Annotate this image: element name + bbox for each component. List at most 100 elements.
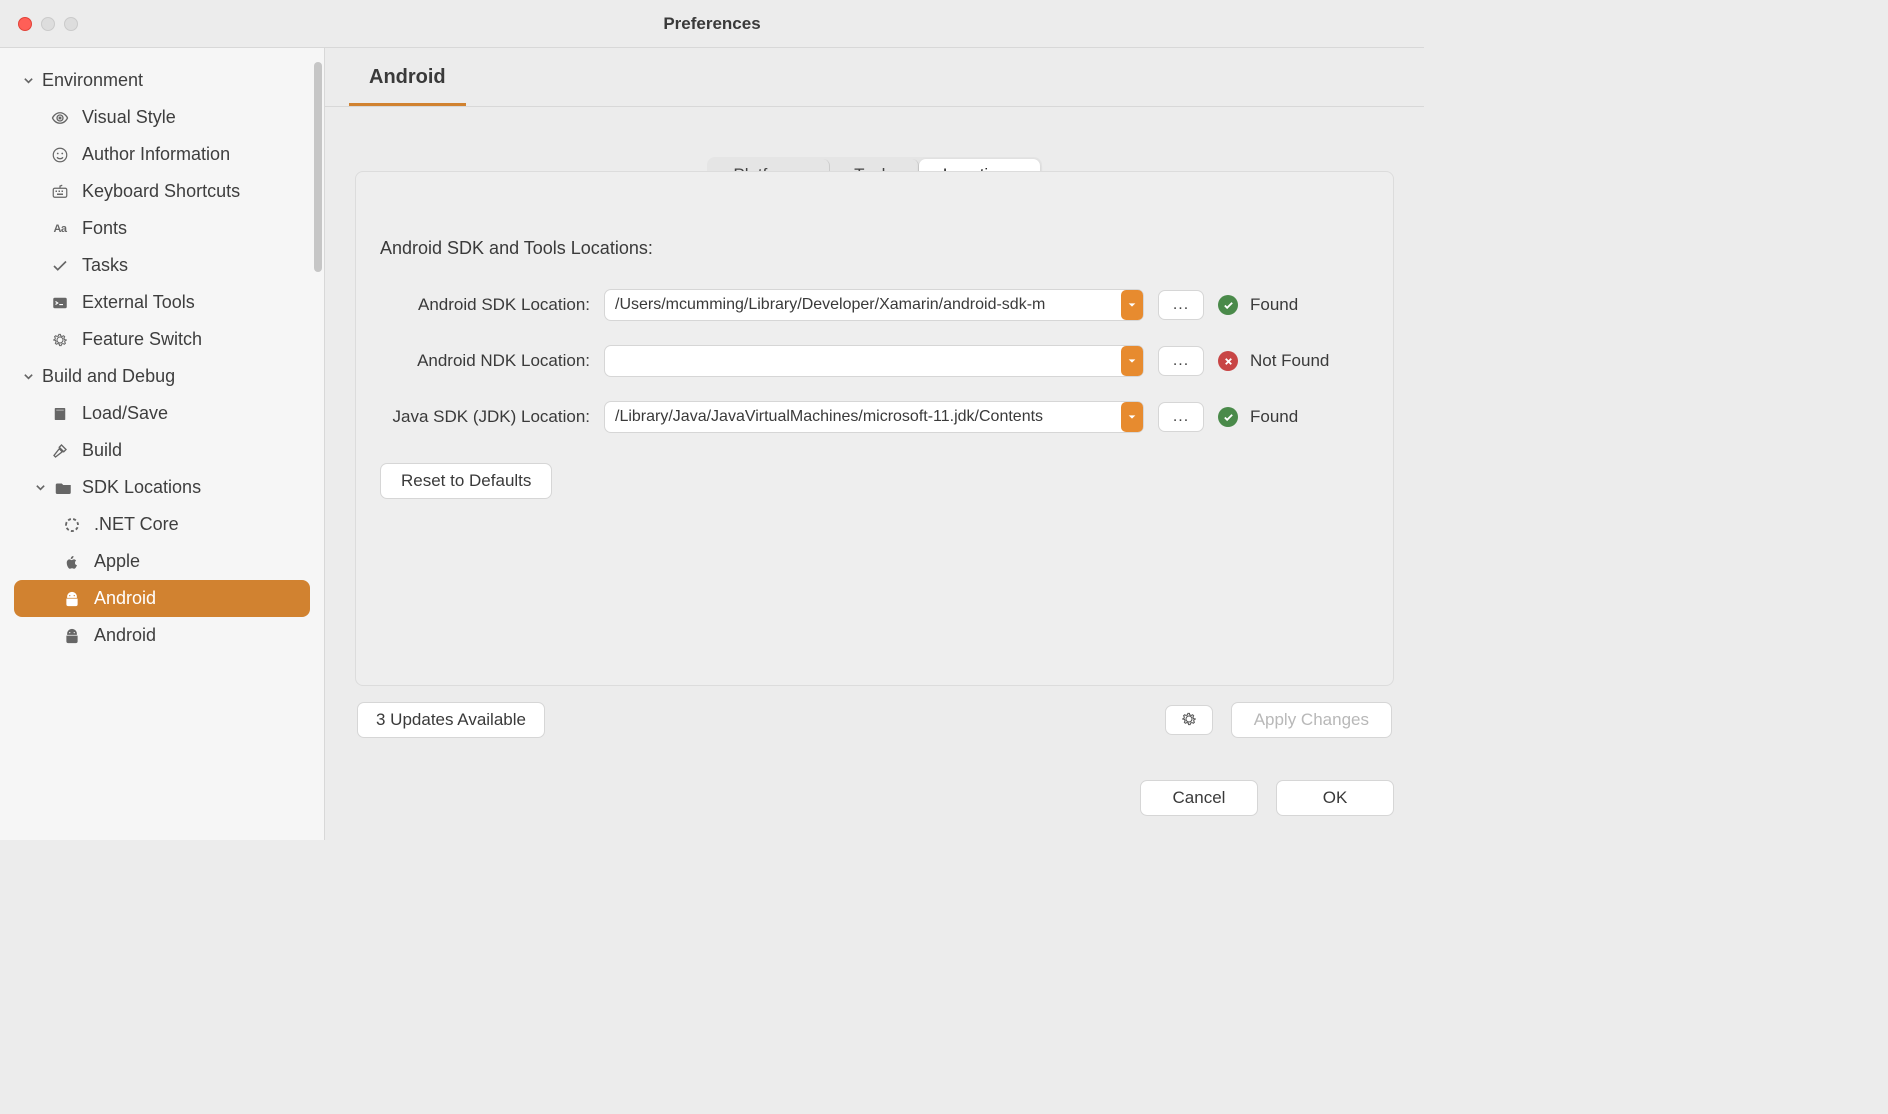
updates-available-button[interactable]: 3 Updates Available [357,702,545,738]
sidebar-item-keyboard-shortcuts[interactable]: Keyboard Shortcuts [0,173,324,210]
row-label: Android SDK Location: [380,295,590,315]
android-ndk-input[interactable] [604,345,1144,377]
sidebar-item-label: Load/Save [82,403,168,424]
sidebar-item-external-tools[interactable]: External Tools [0,284,324,321]
cancel-button[interactable]: Cancel [1140,780,1258,816]
android-sdk-input[interactable] [604,289,1144,321]
status-text: Found [1250,295,1298,315]
combo-java-sdk [604,401,1144,433]
panel-title: Android SDK and Tools Locations: [380,238,1369,259]
sidebar-item-apple[interactable]: Apple [0,543,324,580]
sidebar-item-label: Android [94,588,156,609]
android-icon [62,589,82,609]
button-label: Reset to Defaults [401,471,531,490]
button-label: Cancel [1173,788,1226,807]
keyboard-icon [50,182,70,202]
ok-button[interactable]: OK [1276,780,1394,816]
book-icon [50,404,70,424]
apply-changes-button[interactable]: Apply Changes [1231,702,1392,738]
status-text: Not Found [1250,351,1329,371]
sidebar-item-label: Apple [94,551,140,572]
locations-panel: Android SDK and Tools Locations: Android… [355,171,1394,686]
browse-label: ... [1173,296,1189,314]
sidebar-item-label: Android [94,625,156,646]
x-circle-icon [1218,351,1238,371]
sidebar-item-label: Feature Switch [82,329,202,350]
sidebar-scrollbar[interactable] [314,62,322,272]
dropdown-button[interactable] [1121,290,1143,320]
sidebar-subgroup-label: SDK Locations [82,477,201,498]
sidebar-item-label: External Tools [82,292,195,313]
sidebar-item-build[interactable]: Build [0,432,324,469]
tab-android[interactable]: Android [349,48,466,106]
sidebar-item-tasks[interactable]: Tasks [0,247,324,284]
settings-gear-button[interactable] [1165,705,1213,735]
sidebar-item-label: Keyboard Shortcuts [82,181,240,202]
sidebar-item-label: Build [82,440,122,461]
smile-icon [50,145,70,165]
row-android-ndk: Android NDK Location: ... [380,345,1369,377]
content-tabs: Android [325,48,1424,107]
sidebar-item-android[interactable]: Android [0,617,324,654]
minimize-window-button[interactable] [41,17,55,31]
dropdown-button[interactable] [1121,346,1143,376]
browse-button[interactable]: ... [1158,402,1204,432]
chevron-down-icon [22,75,34,87]
status-not-found: Not Found [1218,351,1329,371]
fonts-icon: Aa [50,219,70,239]
sidebar-item-dotnet-core[interactable]: .NET Core [0,506,324,543]
sidebar-subgroup-sdk-locations[interactable]: SDK Locations [0,469,324,506]
sidebar-item-visual-style[interactable]: Visual Style [0,99,324,136]
gear-icon [50,330,70,350]
content-area: Android Platforms Tools Locations Androi… [325,48,1424,840]
sidebar-item-label: Visual Style [82,107,176,128]
sidebar-item-label: .NET Core [94,514,179,535]
chevron-down-icon [34,482,46,494]
row-java-sdk: Java SDK (JDK) Location: ... [380,401,1369,433]
sidebar-group-label: Build and Debug [42,366,175,387]
sidebar-item-fonts[interactable]: Aa Fonts [0,210,324,247]
titlebar: Preferences [0,0,1424,48]
sidebar-group-environment[interactable]: Environment [0,62,324,99]
terminal-icon [50,293,70,313]
dotnet-icon [62,515,82,535]
maximize-window-button[interactable] [64,17,78,31]
check-icon [50,256,70,276]
browse-label: ... [1173,408,1189,426]
row-label: Java SDK (JDK) Location: [380,407,590,427]
status-found: Found [1218,407,1298,427]
hammer-icon [50,441,70,461]
chevron-down-icon [22,371,34,383]
sidebar-item-feature-switch[interactable]: Feature Switch [0,321,324,358]
sidebar-group-label: Environment [42,70,143,91]
check-circle-icon [1218,295,1238,315]
sidebar-item-label: Author Information [82,144,230,165]
java-sdk-input[interactable] [604,401,1144,433]
dropdown-button[interactable] [1121,402,1143,432]
row-label: Android NDK Location: [380,351,590,371]
status-text: Found [1250,407,1298,427]
sidebar-item-label: Tasks [82,255,128,276]
button-label: 3 Updates Available [376,710,526,729]
reset-to-defaults-button[interactable]: Reset to Defaults [380,463,552,499]
android-icon [62,626,82,646]
sidebar-item-author-information[interactable]: Author Information [0,136,324,173]
browse-button[interactable]: ... [1158,290,1204,320]
button-label: Apply Changes [1254,710,1369,729]
check-circle-icon [1218,407,1238,427]
preferences-sidebar: Environment Visual Style Author Informat… [0,48,325,840]
tab-label: Android [369,66,446,88]
window-title: Preferences [0,14,1424,34]
browse-label: ... [1173,352,1189,370]
bottom-toolbar: 3 Updates Available Apply Changes [355,686,1394,738]
sidebar-item-load-save[interactable]: Load/Save [0,395,324,432]
folder-icon [54,478,74,498]
sidebar-group-build-and-debug[interactable]: Build and Debug [0,358,324,395]
close-window-button[interactable] [18,17,32,31]
browse-button[interactable]: ... [1158,346,1204,376]
gear-icon [1180,710,1198,731]
sidebar-item-android-selected[interactable]: Android [14,580,310,617]
sidebar-item-label: Fonts [82,218,127,239]
row-android-sdk: Android SDK Location: ... [380,289,1369,321]
status-found: Found [1218,295,1298,315]
